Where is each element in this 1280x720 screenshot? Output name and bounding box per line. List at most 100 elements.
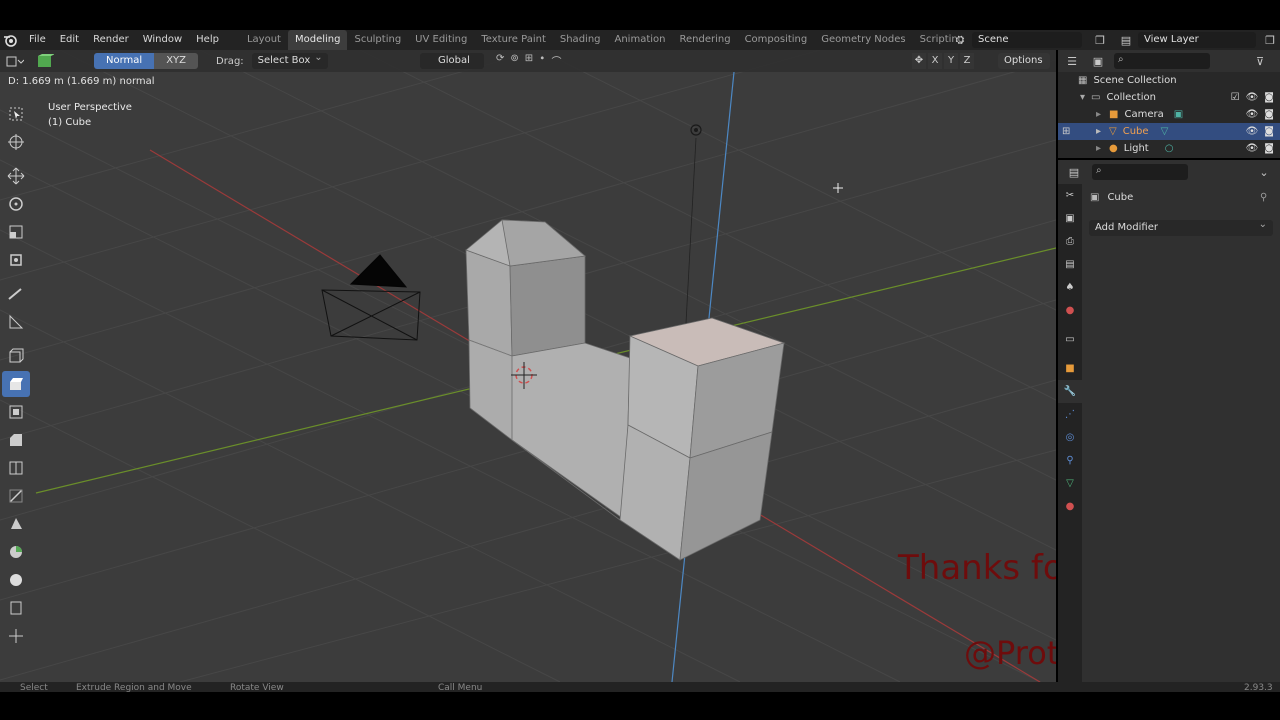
camera-render-icon[interactable]: ◙	[1264, 143, 1274, 154]
falloff-icon[interactable]: ⌒	[551, 53, 561, 68]
blender-logo-icon[interactable]	[2, 32, 18, 48]
tab-layout[interactable]: Layout	[240, 30, 288, 50]
spin-tool-icon[interactable]	[2, 539, 30, 565]
add-modifier-dropdown[interactable]: Add Modifier	[1089, 217, 1273, 236]
smooth-tool-icon[interactable]	[2, 567, 30, 593]
tab-uv-editing[interactable]: UV Editing	[408, 30, 474, 50]
outliner-item-cube[interactable]: ⊞ ▸ ▽ Cube ▽ 👁 ◙	[1058, 123, 1280, 140]
rotate-tool-icon[interactable]	[2, 191, 30, 217]
new-scene-icon[interactable]: ❐	[1092, 32, 1108, 48]
scene-tab-icon[interactable]: ♠	[1058, 276, 1082, 299]
bevel-tool-icon[interactable]	[2, 427, 30, 453]
scene-icon[interactable]: ⛭	[952, 32, 968, 48]
outliner-item-light[interactable]: ▸ ● Light ○ 👁 ◙	[1058, 140, 1280, 157]
mirror-axes-icon[interactable]: ✥	[912, 53, 926, 69]
menu-file[interactable]: File	[22, 30, 53, 50]
menu-edit[interactable]: Edit	[53, 30, 86, 50]
add-cube-tool-icon[interactable]	[2, 343, 30, 369]
particles-tab-icon[interactable]: ⋰	[1058, 403, 1082, 426]
xyz-toggle-button[interactable]: XYZ	[154, 53, 198, 69]
constraints-tab-icon[interactable]: ⚲	[1058, 449, 1082, 472]
expand-arrow-icon[interactable]: ▾	[1080, 92, 1085, 103]
chevron-down-icon[interactable]: ⌄	[1256, 164, 1272, 180]
scene-name-field[interactable]: Scene	[972, 32, 1082, 48]
extrude-region-tool-icon[interactable]	[2, 371, 30, 397]
render-tab-icon[interactable]: ▣	[1058, 207, 1082, 230]
orientation-dropdown[interactable]: Global	[420, 53, 484, 69]
physics-tab-icon[interactable]: ◎	[1058, 426, 1082, 449]
expand-arrow-icon[interactable]: ▸	[1096, 143, 1101, 154]
new-view-layer-icon[interactable]: ❐	[1262, 32, 1278, 48]
edit-mode-indicator-icon[interactable]: ⊞	[1062, 126, 1070, 137]
expand-arrow-icon[interactable]: ▸	[1096, 126, 1101, 137]
object-tab-icon[interactable]: ■	[1058, 357, 1082, 380]
axis-y-button[interactable]: Y	[944, 53, 958, 69]
measure-tool-icon[interactable]	[2, 309, 30, 335]
expand-arrow-icon[interactable]: ▸	[1096, 109, 1101, 120]
properties-editor-icon[interactable]: ▤	[1066, 164, 1082, 180]
drag-select-dropdown[interactable]: Select Box	[251, 50, 328, 69]
proportional-edit-icon[interactable]: ∙	[539, 53, 545, 68]
outliner-collection[interactable]: ▾ ▭ Collection ☑ 👁 ◙	[1058, 89, 1280, 106]
cursor-tool-icon[interactable]	[2, 129, 30, 155]
world-tab-icon[interactable]: ●	[1058, 299, 1082, 322]
outliner-search-input[interactable]: ⌕	[1114, 53, 1210, 69]
select-box-tool-icon[interactable]	[2, 101, 30, 127]
snap-icon[interactable]: ⊚	[510, 53, 518, 68]
loop-cut-tool-icon[interactable]	[2, 455, 30, 481]
axis-x-button[interactable]: X	[928, 53, 942, 69]
modifier-tab-icon[interactable]: 🔧	[1058, 380, 1082, 403]
output-tab-icon[interactable]: ⎙	[1058, 230, 1082, 253]
eye-icon[interactable]: 👁	[1246, 109, 1259, 120]
tab-compositing[interactable]: Compositing	[738, 30, 815, 50]
menu-help[interactable]: Help	[189, 30, 226, 50]
eye-icon[interactable]: 👁	[1246, 143, 1259, 154]
camera-render-icon[interactable]: ◙	[1264, 92, 1274, 103]
material-tab-icon[interactable]: ●	[1058, 495, 1082, 518]
pivot-icon[interactable]: ⟳	[496, 53, 504, 68]
collection-tab-icon[interactable]: ▭	[1058, 328, 1082, 351]
transform-tool-icon[interactable]	[2, 247, 30, 273]
cube-mesh[interactable]	[465, 219, 786, 561]
outliner-scene-collection[interactable]: ▦ Scene Collection	[1058, 72, 1280, 89]
view-layer-tab-icon[interactable]: ▤	[1058, 253, 1082, 276]
axis-z-button[interactable]: Z	[960, 53, 974, 69]
tab-sculpting[interactable]: Sculpting	[347, 30, 408, 50]
tab-modeling[interactable]: Modeling	[287, 30, 348, 50]
tab-animation[interactable]: Animation	[608, 30, 673, 50]
data-tab-icon[interactable]: ▽	[1058, 472, 1082, 495]
move-tool-icon[interactable]	[2, 163, 30, 189]
properties-search-input[interactable]: ⌕	[1092, 164, 1188, 180]
pin-icon[interactable]: ⚲	[1260, 192, 1267, 203]
menu-window[interactable]: Window	[136, 30, 189, 50]
tab-geometry-nodes[interactable]: Geometry Nodes	[814, 30, 912, 50]
outliner-editor-icon[interactable]: ☰	[1064, 53, 1080, 69]
filter-icon[interactable]: ⊽	[1252, 53, 1268, 69]
outliner-item-camera[interactable]: ▸ ■ Camera ▣ 👁 ◙	[1058, 106, 1280, 123]
poly-build-tool-icon[interactable]	[2, 511, 30, 537]
normal-toggle-button[interactable]: Normal	[94, 53, 155, 69]
options-dropdown[interactable]: Options	[998, 53, 1050, 69]
inset-faces-tool-icon[interactable]	[2, 399, 30, 425]
menu-render[interactable]: Render	[86, 30, 136, 50]
snap-target-icon[interactable]: ⊞	[525, 53, 533, 68]
editor-type-icon[interactable]	[0, 50, 30, 72]
knife-tool-icon[interactable]	[2, 483, 30, 509]
view-layer-icon[interactable]: ▤	[1118, 32, 1134, 48]
tab-shading[interactable]: Shading	[553, 30, 608, 50]
view-layer-name-field[interactable]: View Layer	[1138, 32, 1256, 48]
edit-mode-icon[interactable]	[30, 50, 60, 72]
shrink-fatten-tool-icon[interactable]	[2, 623, 30, 649]
camera-render-icon[interactable]: ◙	[1264, 109, 1274, 120]
tab-texture-paint[interactable]: Texture Paint	[474, 30, 553, 50]
3d-viewport[interactable]: Normal XYZ Drag: Select Box Global ⟳ ⊚ ⊞…	[0, 50, 1056, 682]
exclude-checkbox-icon[interactable]: ☑	[1231, 92, 1240, 103]
edge-slide-tool-icon[interactable]	[2, 595, 30, 621]
camera-object[interactable]	[321, 254, 421, 341]
tool-tab-icon[interactable]: ✂	[1058, 184, 1082, 207]
display-mode-icon[interactable]: ▣	[1090, 53, 1106, 69]
scale-tool-icon[interactable]	[2, 219, 30, 245]
tab-rendering[interactable]: Rendering	[672, 30, 737, 50]
eye-icon[interactable]: 👁	[1246, 126, 1259, 137]
camera-render-icon[interactable]: ◙	[1264, 126, 1274, 137]
